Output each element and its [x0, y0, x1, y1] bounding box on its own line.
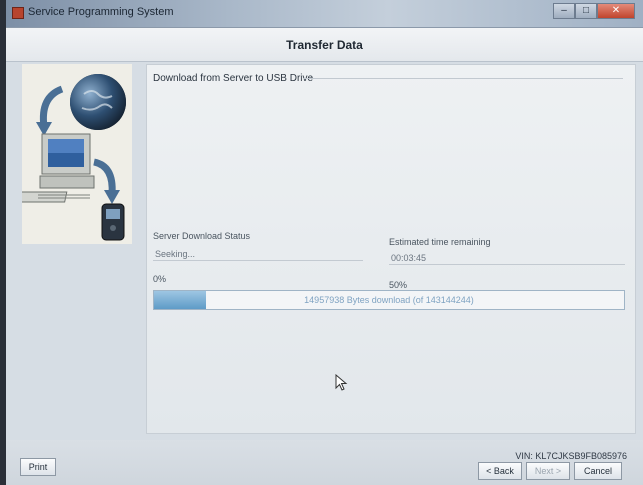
minimize-button[interactable]: –: [553, 3, 575, 19]
title-bar: Service Programming System – □ ✕: [6, 0, 643, 28]
group-divider: [303, 78, 623, 79]
time-remaining-label: Estimated time remaining: [389, 237, 491, 247]
next-button[interactable]: Next >: [526, 462, 570, 480]
status-value: Seeking...: [153, 247, 363, 261]
transfer-illustration: [22, 74, 126, 241]
group-label: Download from Server to USB Drive: [153, 73, 314, 84]
time-remaining-value: 00:03:45: [389, 251, 625, 265]
cancel-button[interactable]: Cancel: [574, 462, 622, 480]
back-button[interactable]: < Back: [478, 462, 522, 480]
arrow-icon: [36, 85, 64, 136]
arrow-icon: [93, 158, 120, 204]
progress-min-label: 0%: [153, 274, 167, 284]
app-icon: [12, 7, 24, 19]
scan-tool-icon: [101, 203, 125, 241]
maximize-button[interactable]: □: [575, 3, 597, 19]
illustration-panel: [22, 64, 132, 244]
computer-icon: [22, 133, 95, 203]
mouse-cursor-icon: [335, 374, 348, 391]
status-label: Server Download Status: [153, 231, 251, 241]
progress-text: 14957938 Bytes download (of 143144244): [304, 295, 474, 305]
screen: Service Programming System – □ ✕ Transfe…: [6, 0, 643, 485]
dialog-title: Transfer Data: [286, 38, 363, 52]
vin-label: VIN: KL7CJKSB9FB085976: [515, 451, 627, 461]
dialog-header: Transfer Data: [6, 28, 643, 62]
progress-mid-label: 50%: [389, 280, 408, 290]
window-title: Service Programming System: [28, 6, 174, 18]
transfer-panel: Download from Server to USB Drive Server…: [146, 64, 636, 434]
globe-icon: [70, 74, 126, 130]
download-progress-bar: 14957938 Bytes download (of 143144244): [153, 290, 625, 310]
print-button[interactable]: Print: [20, 458, 56, 476]
window-controls: – □ ✕: [553, 3, 635, 19]
close-button[interactable]: ✕: [597, 3, 635, 19]
